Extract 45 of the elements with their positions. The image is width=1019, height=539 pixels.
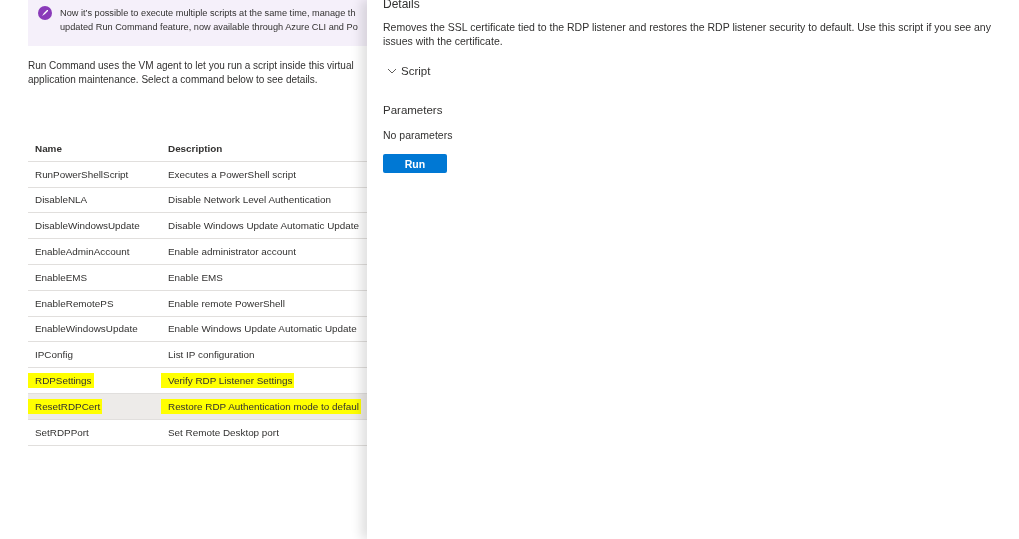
command-row[interactable]: RDPSettings Verify RDP Listener Settings [28, 368, 367, 394]
table-cell: Restore RDP Authentication mode to defaul [161, 398, 361, 414]
intro-text: application maintenance. Select a command below to see details. [28, 73, 319, 87]
script-toggle[interactable]: Script [387, 65, 431, 77]
table-cell-text: DisableNLA [34, 193, 89, 208]
command-row[interactable]: SetRDPPort Set Remote Desktop port [28, 419, 367, 446]
table-cell-text: Executes a PowerShell script [167, 167, 297, 182]
command-row[interactable]: EnableRemotePS Enable remote PowerShell [28, 290, 367, 317]
table-cell-text: Disable Windows Update Automatic Update [167, 219, 360, 234]
table-cell: ResetRDPCert [28, 398, 103, 414]
chevron-icon [387, 68, 397, 74]
table-cell: RDPSettings [28, 373, 94, 389]
table-cell-text: Enable Windows Update Automatic Update [167, 322, 358, 337]
table-cell-text: EnableEMS [34, 270, 89, 285]
table-cell-text: EnableAdminAccount [34, 245, 131, 260]
table-cell: Verify RDP Listener Settings [161, 373, 295, 389]
banner-text: Now it’s possible to execute multiple scripts at the same time, manage th [60, 7, 357, 20]
table-cell-text: List IP configuration [167, 348, 256, 363]
table-cell-text: RunPowerShellScript [34, 167, 130, 182]
command-row[interactable]: IPConfig List IP configuration [28, 342, 367, 369]
panel-title: Details [383, 0, 421, 11]
table-cell-text: IPConfig [34, 348, 74, 363]
section-title: Parameters [383, 104, 444, 116]
column-header: Name [34, 141, 63, 156]
table-cell-text: Disable Network Level Authentication [167, 193, 333, 208]
description-text: Removes the SSL certificate tied to the RDP listener and restores the RDP listener security to default. Use this script if you see any issues with the certificate. [383, 20, 992, 48]
table-cell-text: EnableRemotePS [34, 296, 115, 311]
table-cell-text: Set Remote Desktop port [167, 425, 280, 440]
command-row[interactable]: ResetRDPCert Restore RDP Authentication mode to defaul [28, 393, 367, 420]
column-header: Description [167, 141, 224, 156]
command-row[interactable]: EnableAdminAccount Enable administrator account [28, 239, 367, 265]
command-row[interactable]: EnableEMS Enable EMS [28, 265, 367, 291]
table-cell-text: Enable remote PowerShell [167, 296, 286, 311]
run-button[interactable]: Run [383, 154, 447, 173]
table-cell-text: Enable EMS [167, 270, 224, 285]
intro-text: Run Command uses the VM agent to let you run a script inside this virtual [28, 59, 355, 73]
table-cell-text: EnableWindowsUpdate [34, 322, 139, 337]
command-row[interactable]: EnableWindowsUpdate Enable Windows Update Automatic Update [28, 316, 367, 343]
parameters-text: No parameters [383, 129, 454, 141]
table-cell-text: SetRDPPort [34, 425, 90, 440]
command-row[interactable]: DisableNLA Disable Network Level Authentication [28, 187, 367, 214]
table-cell-text: DisableWindowsUpdate [34, 219, 141, 234]
banner-text: updated Run Command feature, now available through Azure CLI and Po [60, 21, 358, 34]
table-cell-text: Enable administrator account [167, 245, 297, 260]
command-row[interactable]: DisableWindowsUpdate Disable Windows Update Automatic Update [28, 213, 367, 240]
